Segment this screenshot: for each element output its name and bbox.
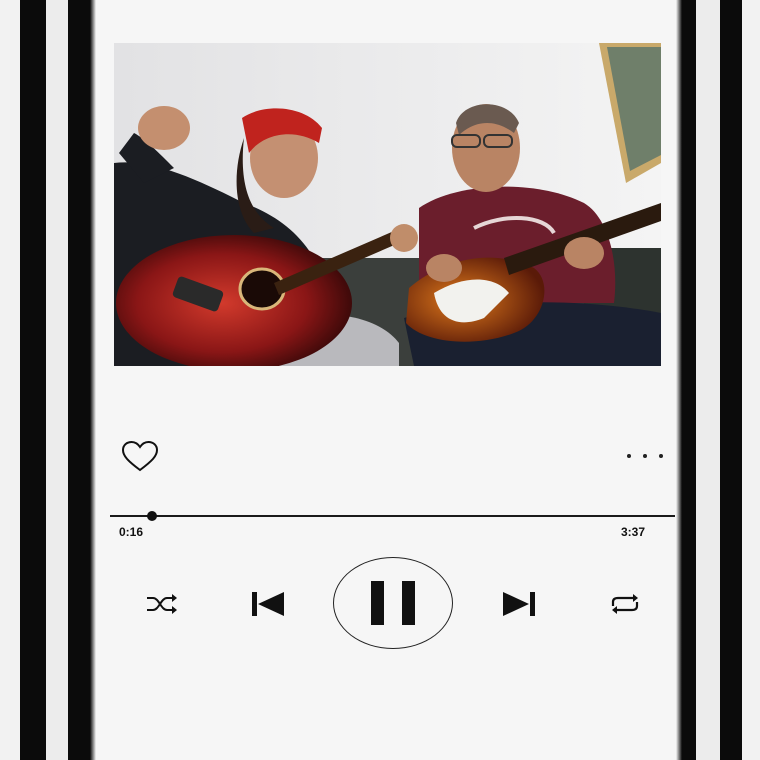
previous-track-icon	[252, 592, 284, 616]
previous-track-button[interactable]	[248, 587, 288, 621]
frame-bar-right-outer	[720, 0, 742, 760]
more-options-icon-dot	[659, 454, 663, 458]
screen-edge-right	[676, 0, 682, 760]
frame-strip-right	[696, 0, 720, 760]
album-art-photo	[114, 43, 661, 366]
shuffle-icon	[147, 594, 177, 614]
frame-bar-left-outer	[20, 0, 46, 760]
more-options-button[interactable]	[627, 446, 663, 466]
frame-bar-left-inner	[68, 0, 92, 760]
shuffle-button[interactable]	[144, 590, 180, 618]
total-time: 3:37	[621, 525, 646, 539]
progress-bar[interactable]	[110, 511, 675, 521]
repeat-icon	[611, 594, 639, 614]
repeat-button[interactable]	[607, 590, 643, 618]
album-art	[114, 43, 661, 366]
like-button[interactable]	[120, 440, 160, 474]
frame-strip-left	[46, 0, 68, 760]
heart-icon	[121, 440, 159, 472]
more-options-icon-dot	[627, 454, 631, 458]
pause-button[interactable]	[333, 557, 453, 649]
pause-icon	[402, 581, 415, 625]
progress-scrubber-knob[interactable]	[146, 511, 157, 521]
next-track-button[interactable]	[499, 587, 539, 621]
more-options-icon-dot	[643, 454, 647, 458]
elapsed-time: 0:16	[119, 525, 144, 539]
music-player-screen: 0:16 3:37	[96, 0, 676, 760]
next-track-icon	[503, 592, 535, 616]
pause-icon	[371, 581, 384, 625]
frame-bar-right-inner	[680, 0, 696, 760]
